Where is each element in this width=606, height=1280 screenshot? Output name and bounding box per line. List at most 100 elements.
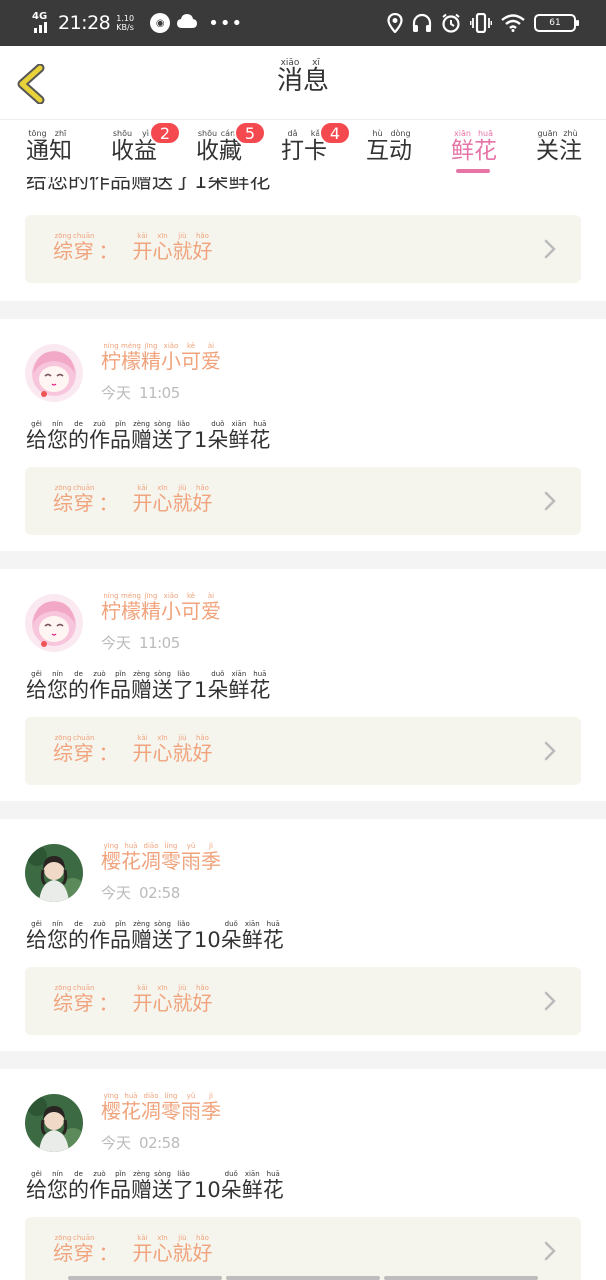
user-name-char: diāo 凋	[141, 841, 161, 872]
avatar[interactable]	[25, 1094, 83, 1152]
notification-card[interactable]: níng 柠 méng 檬 jīng 精 xiǎo 小 kě 可 ài 爱 今 天 11:05 gěi 给 n…	[0, 319, 606, 551]
work-title: zōng 综 chuān 穿： kāi 开 xīn 心 jiù 就 hǎo 好	[53, 733, 212, 764]
hanzi: 穿	[73, 491, 94, 515]
tab-guān-zhù[interactable]: guān 关 zhù 注	[536, 129, 582, 177]
work-link[interactable]: zōng 综 chuān 穿： kāi 开 xīn 心 jiù 就 hǎo 好	[25, 717, 581, 785]
message-char: zuò 作	[89, 419, 110, 451]
hanzi: 花	[474, 138, 497, 164]
hanzi: 可	[181, 599, 202, 623]
chevron-right-icon	[544, 991, 556, 1011]
user-name[interactable]: yīng 樱 huā 花 diāo 凋 líng 零 yǔ 雨 jì 季	[101, 1091, 221, 1122]
work-label-char: chuān 穿	[73, 231, 94, 262]
work-name-char: jiù 就	[172, 983, 192, 1014]
hanzi: 今	[101, 384, 117, 402]
hanzi: 鲜	[228, 428, 250, 452]
hanzi: 您	[47, 1178, 68, 1202]
user-name-char: jīng 精	[141, 341, 161, 372]
hanzi: 品	[110, 678, 131, 702]
hanzi: 好	[192, 741, 213, 765]
message-char: duǒ 朵	[221, 919, 242, 951]
avatar[interactable]	[25, 594, 83, 652]
message-text: gěi 给 nín 您 de 的 zuò 作 pǐn 品 zèng 赠 sòng 送 liǎo 了 10 duǒ 朵…	[26, 1169, 284, 1201]
tab-hù-dòng[interactable]: hù 互 dòng 动	[366, 129, 412, 177]
hanzi: 您	[47, 428, 68, 452]
message-char: zuò 作	[89, 669, 110, 701]
flower-count: 1	[194, 678, 208, 702]
hanzi: 季	[201, 849, 221, 873]
message-char: de 的	[68, 1169, 89, 1201]
work-name-char: hǎo 好	[192, 733, 212, 764]
message-char: pǐn 品	[110, 419, 131, 451]
notification-card[interactable]: níng 柠 méng 檬 jīng 精 xiǎo 小 kě 可 ài 爱 今 天 11:05 gěi 给 n…	[0, 569, 606, 801]
hanzi: 凋	[141, 1099, 161, 1123]
message-char: xiān 鲜	[242, 1169, 263, 1201]
message-char: de 的	[68, 419, 89, 451]
partial-message-text: 给您的作品赠送了1朵鲜花	[26, 177, 271, 193]
work-link[interactable]: zōng 综 chuān 穿： kāi 开 xīn 心 jiù 就 hǎo 好	[25, 1217, 581, 1280]
work-link[interactable]: zōng 综 chuān 穿： kāi 开 xīn 心 jiù 就 hǎo 好	[25, 215, 581, 283]
message-char: nín 您	[47, 669, 68, 701]
wifi-icon	[501, 14, 525, 32]
tab-label-char: tōng 通	[26, 129, 49, 163]
tab-xiān-huā[interactable]: xiān 鲜 huā 花	[451, 129, 497, 177]
hanzi: 穿	[73, 239, 94, 263]
avatar[interactable]	[25, 344, 83, 402]
work-link[interactable]: zōng 综 chuān 穿： kāi 开 xīn 心 jiù 就 hǎo 好	[25, 467, 581, 535]
day-char: 今	[101, 626, 116, 652]
vibrate-icon	[470, 13, 492, 33]
work-colon: ：	[98, 991, 119, 1015]
tab-bar: tōng 通 zhī 知 shōu 收 yì 益 2 shōu 收 cáng 藏 5 dǎ 打 kǎ 卡 4 hù 互 d…	[0, 121, 606, 177]
location-icon	[387, 13, 403, 33]
network-type: 4G	[32, 11, 48, 22]
tab-tōng-zhī[interactable]: tōng 通 zhī 知	[26, 129, 72, 177]
hanzi: 作	[89, 678, 110, 702]
notification-card[interactable]: yīng 樱 huā 花 diāo 凋 líng 零 yǔ 雨 jì 季 今 天 02:58 gěi 给 ní…	[0, 1069, 606, 1280]
hanzi: 了	[173, 1178, 194, 1202]
hanzi: 息	[303, 66, 330, 96]
tab-label-char: zhù 注	[559, 129, 582, 163]
hanzi: 朵	[220, 928, 242, 952]
hanzi: 送	[152, 678, 173, 702]
user-name[interactable]: níng 柠 méng 檬 jīng 精 xiǎo 小 kě 可 ài 爱	[101, 591, 221, 622]
message-char: gěi 给	[26, 919, 47, 951]
notification-card[interactable]: 给您的作品赠送了1朵鲜花 zōng 综 chuān 穿： kāi 开 xīn 心 jiù 就 hǎo…	[0, 177, 606, 301]
hanzi: 凋	[141, 849, 161, 873]
user-name[interactable]: yīng 樱 huā 花 diāo 凋 líng 零 yǔ 雨 jì 季	[101, 841, 221, 872]
day-char: 今	[101, 376, 116, 402]
status-right: 61	[387, 11, 579, 35]
notification-card[interactable]: yīng 樱 huā 花 diāo 凋 líng 零 yǔ 雨 jì 季 今 天 02:58 gěi 给 ní…	[0, 819, 606, 1051]
hanzi: 作	[89, 428, 110, 452]
hanzi: 综	[53, 741, 73, 765]
work-label-char: zōng 综	[53, 733, 73, 764]
day-char: 天	[116, 1126, 131, 1152]
work-name-char: kāi 开	[132, 983, 152, 1014]
hanzi: 作	[89, 1178, 110, 1202]
card-separator	[0, 551, 606, 569]
hanzi: 精	[141, 599, 162, 623]
hanzi: 天	[116, 1134, 132, 1152]
hanzi: 开	[132, 491, 153, 515]
work-link[interactable]: zōng 综 chuān 穿： kāi 开 xīn 心 jiù 就 hǎo 好	[25, 967, 581, 1035]
hanzi: 花	[249, 678, 271, 702]
tab-label-char: dòng 动	[389, 129, 412, 163]
avatar[interactable]	[25, 844, 83, 902]
tab-label-char: dǎ 打	[281, 129, 304, 163]
card-separator	[0, 1051, 606, 1069]
tab-shōu-yì[interactable]: shōu 收 yì 益 2	[111, 121, 181, 177]
hanzi: 好	[192, 991, 213, 1015]
hanzi: 的	[68, 1178, 89, 1202]
app-notification-icon: ◉	[150, 13, 171, 33]
tab-shōu-cáng[interactable]: shōu 收 cáng 藏 5	[196, 121, 266, 177]
message-char: gěi 给	[26, 419, 47, 451]
user-name-char: níng 柠	[101, 341, 121, 372]
message-text: 给您的作品赠送了1朵鲜花	[26, 177, 270, 195]
user-name[interactable]: níng 柠 méng 檬 jīng 精 xiǎo 小 kě 可 ài 爱	[101, 341, 221, 372]
tab-dǎ-kǎ[interactable]: dǎ 打 kǎ 卡 4	[281, 121, 351, 177]
hanzi: 就	[172, 239, 193, 263]
user-name-char: méng 檬	[121, 341, 141, 372]
work-title: zōng 综 chuān 穿： kāi 开 xīn 心 jiù 就 hǎo 好	[53, 983, 212, 1014]
work-name-char: jiù 就	[172, 1233, 192, 1264]
hanzi: 花	[262, 928, 284, 952]
hanzi: 消	[276, 66, 303, 96]
timestamp: 今 天 11:05	[101, 626, 180, 652]
